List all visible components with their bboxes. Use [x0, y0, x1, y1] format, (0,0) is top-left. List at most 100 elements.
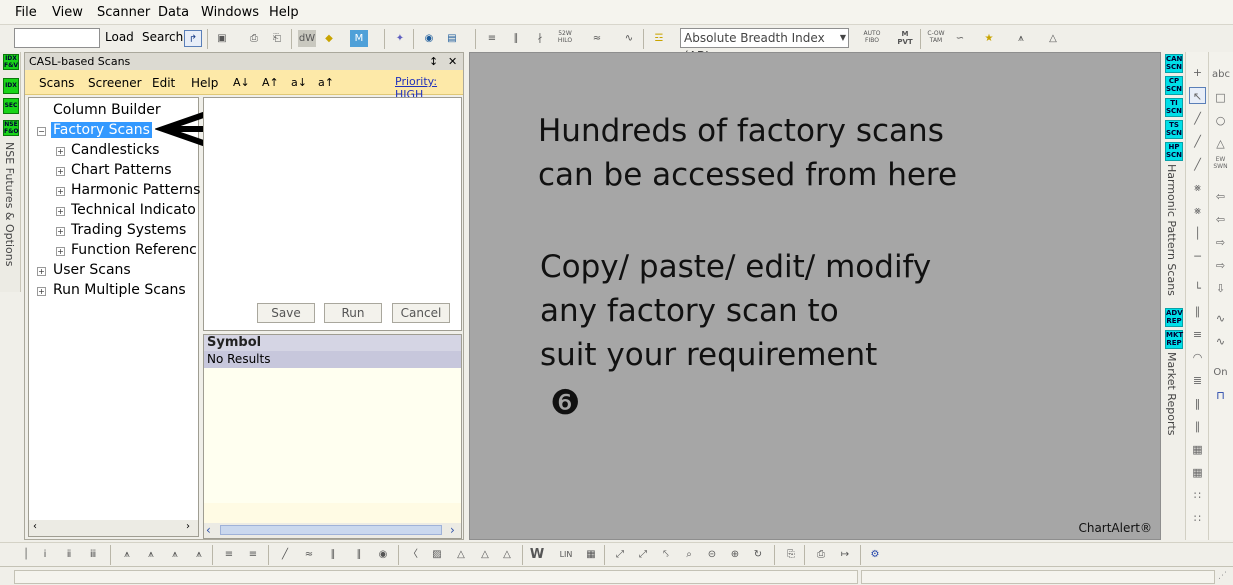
- ma-icon[interactable]: ∿: [620, 30, 638, 47]
- panel-menu-edit[interactable]: Edit: [152, 76, 175, 90]
- 52w-hilo-icon[interactable]: 52W HILO: [556, 30, 574, 47]
- tool-13-icon[interactable]: ∥: [324, 546, 342, 563]
- scan-pointer-icon[interactable]: ↱: [184, 30, 202, 47]
- tool-11-icon[interactable]: ╱: [276, 546, 294, 563]
- fib-r-icon[interactable]: ⊓: [1212, 387, 1229, 404]
- tool-4-icon[interactable]: ⅲ: [84, 546, 102, 563]
- tool-6-icon[interactable]: ⩚: [142, 546, 160, 563]
- auto-fibo-icon[interactable]: AUTO FIBO: [863, 30, 881, 47]
- pin-icon[interactable]: ↕: [429, 53, 438, 70]
- dots-grid-2-icon[interactable]: ∷: [1189, 510, 1206, 527]
- expand-icon[interactable]: +: [37, 287, 46, 296]
- indicator-icon[interactable]: ≈: [588, 30, 606, 47]
- hp-scn-button[interactable]: HP SCN: [1165, 142, 1183, 161]
- tool-2-icon[interactable]: ⅰ: [36, 546, 54, 563]
- chart-area[interactable]: Hundreds of factory scans can be accesse…: [469, 52, 1161, 540]
- wave-icon[interactable]: ∽: [951, 30, 969, 47]
- scroll-right-icon[interactable]: ›: [450, 523, 455, 537]
- tool-9-icon[interactable]: ≡: [220, 546, 238, 563]
- fib-lines-icon[interactable]: ∥: [1189, 303, 1206, 320]
- refresh-icon[interactable]: ↻: [749, 546, 767, 563]
- tree-item-function-reference[interactable]: Function Reference: [71, 242, 197, 258]
- tool-7-icon[interactable]: ⩚: [166, 546, 184, 563]
- fan-icon[interactable]: ≣: [1189, 372, 1206, 389]
- ew-swing-icon[interactable]: EW SWN: [1212, 156, 1229, 173]
- tree-item-run-multiple-scans[interactable]: Run Multiple Scans: [53, 282, 186, 298]
- zoom-expand-icon[interactable]: ⤢: [634, 546, 652, 563]
- tree-item-chart-patterns[interactable]: Chart Patterns: [71, 162, 172, 178]
- on-toggle[interactable]: On: [1212, 364, 1229, 381]
- zoom-out-icon[interactable]: ⊝: [703, 546, 721, 563]
- trendline-icon[interactable]: ╱: [1189, 110, 1206, 127]
- crosshair-icon[interactable]: +: [1189, 64, 1206, 81]
- adv-rep-button[interactable]: ADV REP: [1165, 308, 1183, 327]
- symbol-column-header[interactable]: Symbol: [204, 335, 461, 351]
- font-size-up-icon[interactable]: A↑: [262, 76, 279, 89]
- triangle-icon[interactable]: △: [1044, 30, 1062, 47]
- mx-icon[interactable]: M: [350, 30, 368, 47]
- cycle-lines-icon[interactable]: ‖: [1189, 395, 1206, 412]
- tree-item-harmonic-patterns[interactable]: Harmonic Patterns: [71, 182, 200, 198]
- tree-item-column-builder[interactable]: Column Builder: [53, 102, 161, 118]
- search-button[interactable]: Search: [142, 30, 183, 44]
- nse-futures-options-tab[interactable]: NSE Futures & Options: [3, 142, 16, 266]
- arrow-left-icon[interactable]: ⇦: [1212, 188, 1229, 205]
- tree-horizontal-scrollbar[interactable]: ‹ ›: [29, 520, 198, 536]
- lines-icon[interactable]: ≡: [483, 30, 501, 47]
- zoom-in-icon[interactable]: ⊕: [726, 546, 744, 563]
- pvt-icon[interactable]: M PVT: [896, 30, 914, 47]
- panel-menu-screener[interactable]: Screener: [88, 76, 142, 90]
- tree-item-trading-systems[interactable]: Trading Systems: [71, 222, 186, 238]
- diamond-icon[interactable]: ◆: [320, 30, 338, 47]
- zoom-search-icon[interactable]: ⌕: [680, 546, 698, 563]
- rectangle-icon[interactable]: □: [1212, 89, 1229, 106]
- candle-icon[interactable]: ∤: [531, 30, 549, 47]
- wave-tool-icon[interactable]: ∿: [1212, 310, 1229, 327]
- symbol-search-input[interactable]: [14, 28, 100, 48]
- data-icon[interactable]: dW: [298, 30, 316, 47]
- dots-grid-icon[interactable]: ∷: [1189, 487, 1206, 504]
- bracket-icon[interactable]: └: [1189, 280, 1206, 297]
- ti-scn-button[interactable]: TI SCN: [1165, 98, 1183, 117]
- cancel-button[interactable]: Cancel: [392, 303, 450, 323]
- ellipse-icon[interactable]: ○: [1212, 112, 1229, 129]
- tool-10-icon[interactable]: ≡: [244, 546, 262, 563]
- pointer-icon[interactable]: ↖: [1189, 87, 1206, 104]
- idx-button[interactable]: IDX: [3, 78, 19, 94]
- tool-16-icon[interactable]: 〈: [404, 546, 422, 563]
- scroll-left-icon[interactable]: ‹: [206, 523, 211, 537]
- star-icon[interactable]: ★: [980, 30, 998, 47]
- font-small-down-icon[interactable]: a↓: [291, 76, 307, 89]
- menu-scanner[interactable]: Scanner: [97, 5, 150, 20]
- tool-19-icon[interactable]: △: [476, 546, 494, 563]
- scroll-thumb[interactable]: [220, 525, 442, 535]
- results-horizontal-scrollbar[interactable]: ‹ ›: [204, 523, 461, 538]
- horizontal-line-icon[interactable]: ─: [1189, 248, 1206, 265]
- expand-icon[interactable]: +: [56, 247, 65, 256]
- expand-icon[interactable]: +: [56, 167, 65, 176]
- bars-icon[interactable]: ∥: [507, 30, 525, 47]
- channel-sl-icon[interactable]: ⨳: [1189, 202, 1206, 219]
- panel-menu-help[interactable]: Help: [191, 76, 218, 90]
- tree-item-candlesticks[interactable]: Candlesticks: [71, 142, 159, 158]
- font-size-down-icon[interactable]: A↓: [233, 76, 250, 89]
- print-icon[interactable]: ⎙: [245, 30, 263, 47]
- arrow-down-icon[interactable]: ⇩: [1212, 280, 1229, 297]
- can-scn-button[interactable]: CAN SCN: [1165, 54, 1183, 73]
- cow-tam-icon[interactable]: C-OW TAM: [927, 30, 945, 47]
- tool-1-icon[interactable]: │: [17, 546, 35, 563]
- tool-14-icon[interactable]: ∥: [350, 546, 368, 563]
- sec-button[interactable]: SEC: [3, 98, 19, 114]
- menu-view[interactable]: View: [52, 5, 83, 20]
- tool-8-icon[interactable]: ⩚: [190, 546, 208, 563]
- vertical-line-icon[interactable]: │: [1189, 225, 1206, 242]
- export-icon[interactable]: ↦: [836, 546, 854, 563]
- zoom-fit-icon[interactable]: ⤢: [611, 546, 629, 563]
- channel-icon[interactable]: ⨳: [1189, 179, 1206, 196]
- expand-icon[interactable]: +: [56, 227, 65, 236]
- font-small-up-icon[interactable]: a↑: [318, 76, 334, 89]
- tool-18-icon[interactable]: △: [452, 546, 470, 563]
- text-tool-icon[interactable]: abc: [1212, 66, 1230, 83]
- tool-5-icon[interactable]: ⩚: [118, 546, 136, 563]
- print-preview-icon[interactable]: ⎗: [268, 30, 286, 47]
